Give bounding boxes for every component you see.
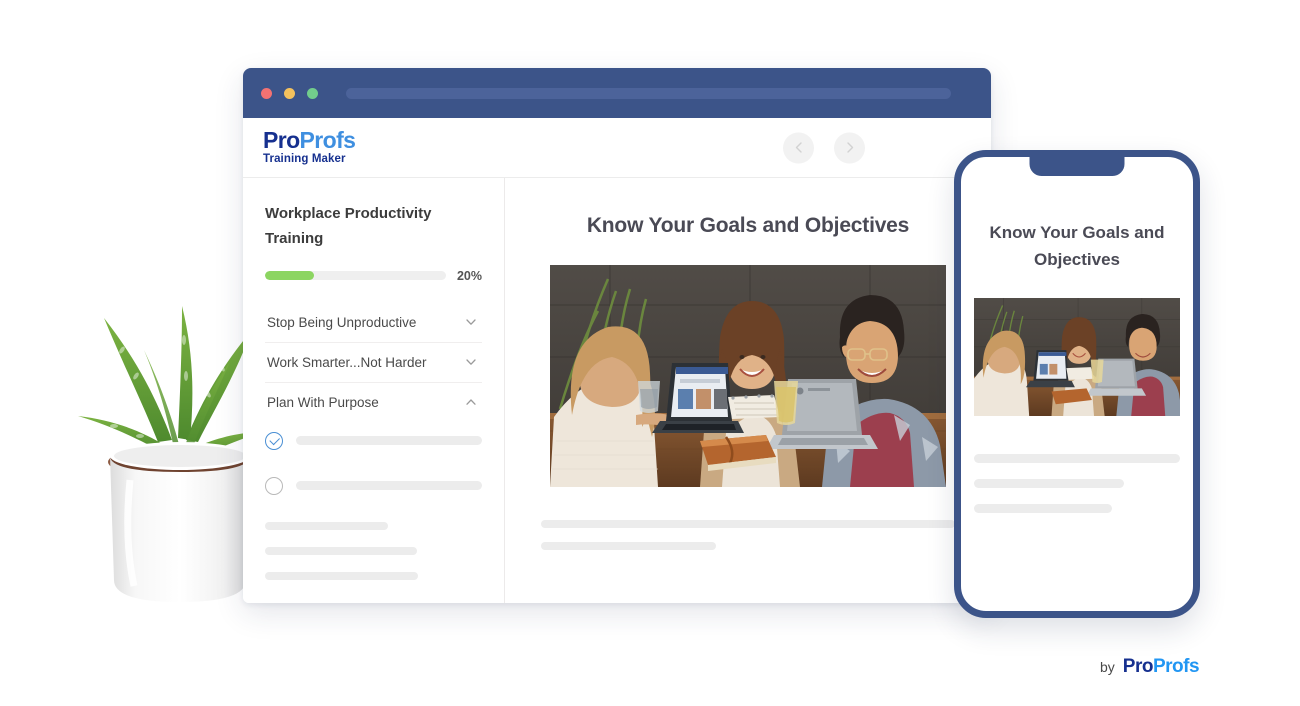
close-window-button[interactable] [261, 87, 272, 99]
app-header: ProProfs Training Maker [243, 118, 991, 178]
phone-mockup: Know Your Goals and Objectives [954, 150, 1200, 618]
logo-pro-text: Pro [263, 127, 300, 154]
lesson-options [265, 431, 482, 495]
skeleton-line [974, 454, 1180, 464]
option-placeholder-bar [296, 436, 482, 445]
lesson-label: Plan With Purpose [267, 394, 379, 410]
slide-navigation [783, 132, 865, 163]
glass-left [638, 381, 660, 413]
logo-tagline: Training Maker [263, 153, 346, 166]
check-circle-icon[interactable] [265, 431, 283, 450]
page-root: ProProfs Training Maker Workplace Produc… [0, 0, 1300, 706]
chevron-up-icon [466, 399, 476, 405]
notebook-white [728, 394, 780, 419]
sidebar-skeleton [265, 521, 482, 580]
minimize-window-button[interactable] [284, 87, 295, 99]
chevron-right-icon [846, 142, 853, 153]
option-row-completed[interactable] [265, 431, 482, 450]
skeleton-line [974, 479, 1124, 489]
course-title: Workplace Productivity Training [265, 205, 432, 247]
skeleton-line [541, 520, 955, 528]
browser-window: ProProfs Training Maker Workplace Produc… [243, 68, 991, 603]
option-row-pending[interactable] [265, 476, 482, 495]
phone-lesson-heading: Know Your Goals and Objectives [989, 223, 1165, 270]
phone-skeleton [974, 454, 1180, 514]
window-controls [261, 87, 318, 99]
glass-right [774, 381, 798, 425]
lesson-hero-image [550, 265, 946, 487]
option-placeholder-bar [296, 481, 482, 490]
previous-slide-button[interactable] [783, 132, 814, 163]
chevron-down-icon [466, 359, 476, 365]
app-body: Workplace Productivity Training 20% Stop… [243, 178, 991, 603]
browser-titlebar [243, 68, 991, 118]
next-slide-button[interactable] [834, 132, 865, 163]
team-collaboration-photo [974, 298, 1180, 417]
footer-logo-profs: Profs [1152, 656, 1200, 677]
lesson-item-plan-with-purpose[interactable]: Plan With Purpose [265, 383, 482, 422]
course-sidebar: Workplace Productivity Training 20% Stop… [243, 178, 505, 603]
phone-notch [1029, 157, 1125, 176]
chevron-left-icon [795, 142, 802, 153]
address-bar[interactable] [346, 87, 951, 99]
footer-by-text: by [1100, 659, 1115, 675]
logo-wordmark: ProProfs [263, 127, 356, 154]
chevron-down-icon [466, 319, 476, 325]
content-skeleton [541, 520, 955, 550]
lesson-heading: Know Your Goals and Objectives [586, 214, 910, 237]
plant-decoration [62, 280, 262, 610]
lesson-label: Stop Being Unproductive [267, 314, 417, 330]
maximize-window-button[interactable] [307, 87, 318, 99]
skeleton-line [541, 542, 716, 550]
logo-profs-text: Profs [299, 127, 356, 154]
footer-branding: by ProProfs [1100, 656, 1200, 678]
skeleton-line [265, 571, 418, 580]
skeleton-line [265, 546, 417, 555]
lesson-label: Work Smarter...Not Harder [267, 354, 427, 370]
lesson-menu: Stop Being Unproductive Work Smarter...N… [265, 303, 482, 422]
lesson-item-stop-being-unproductive[interactable]: Stop Being Unproductive [265, 303, 482, 343]
footer-logo[interactable]: ProProfs [1122, 656, 1200, 678]
skeleton-line [265, 521, 388, 530]
footer-logo-pro: Pro [1122, 656, 1154, 677]
empty-circle-icon[interactable] [265, 476, 283, 495]
skeleton-line [974, 504, 1112, 514]
phone-hero-image [974, 298, 1180, 417]
team-collaboration-photo [550, 265, 946, 487]
proprofs-logo[interactable]: ProProfs Training Maker [263, 127, 356, 166]
lesson-content: Know Your Goals and Objectives [505, 178, 991, 603]
plant-illustration [78, 306, 262, 602]
course-progress: 20% [265, 269, 482, 283]
lesson-item-work-smarter-not-harder[interactable]: Work Smarter...Not Harder [265, 343, 482, 383]
progress-track [265, 271, 446, 280]
progress-fill [265, 271, 314, 280]
progress-label: 20% [456, 268, 482, 283]
